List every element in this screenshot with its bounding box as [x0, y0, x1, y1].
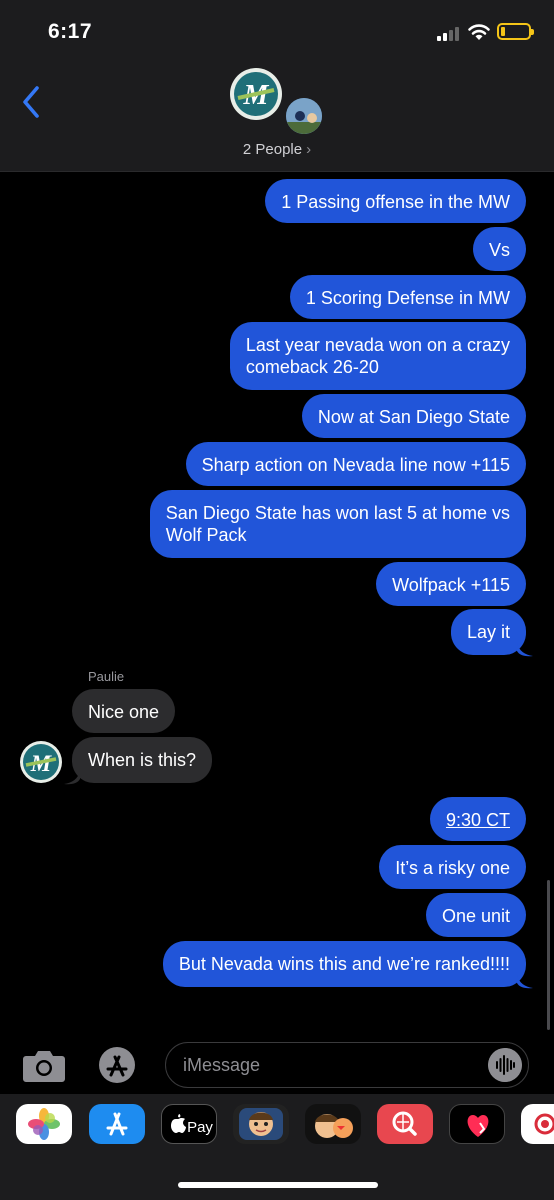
- message-bubble[interactable]: Lay it: [450, 609, 526, 655]
- message-bubble[interactable]: 9:30 CT: [429, 797, 526, 841]
- app-store-icon[interactable]: [94, 1046, 140, 1084]
- camera-icon[interactable]: [22, 1047, 66, 1083]
- message-bubble[interactable]: 1 Scoring Defense in MW: [289, 275, 526, 319]
- message-bubble[interactable]: It’s a risky one: [379, 845, 526, 889]
- people-count-label: 2 People: [242, 141, 303, 158]
- memoji-stickers-icon[interactable]: [305, 1104, 361, 1144]
- message-bubble[interactable]: When is this?: [72, 737, 213, 783]
- message-input-placeholder: iMessage: [183, 1055, 261, 1075]
- message-bubble[interactable]: San Diego State has won last 5 at home v…: [149, 490, 526, 558]
- back-chevron-icon[interactable]: [18, 84, 46, 120]
- battery-icon: [497, 23, 534, 40]
- cellular-signal-icon: [437, 27, 463, 41]
- message-input[interactable]: iMessage: [165, 1042, 529, 1088]
- sender-name: Paulie: [88, 669, 125, 684]
- message-bubble[interactable]: 1 Passing offense in the MW: [265, 179, 526, 223]
- apple-pay-label: Pay: [187, 1119, 213, 1136]
- time-link[interactable]: 9:30 CT: [446, 810, 510, 830]
- wifi-icon: [468, 24, 490, 40]
- home-indicator[interactable]: [178, 1182, 378, 1188]
- group-avatar-logo[interactable]: M: [230, 68, 282, 120]
- message-bubble[interactable]: Last year nevada won on a crazy comeback…: [229, 322, 526, 390]
- message-bubble[interactable]: One unit: [425, 893, 526, 937]
- bubble-tail: [517, 975, 533, 989]
- scrollbar[interactable]: [547, 880, 550, 1030]
- people-count-button[interactable]: 2 People ›: [0, 141, 554, 158]
- message-bubble[interactable]: But Nevada wins this and we’re ranked!!!…: [162, 941, 526, 987]
- sender-avatar[interactable]: M: [20, 741, 62, 783]
- message-bubble[interactable]: Sharp action on Nevada line now +115: [185, 442, 526, 486]
- photos-icon[interactable]: [16, 1104, 72, 1144]
- apple-pay-icon[interactable]: Pay: [161, 1104, 217, 1144]
- bubble-tail: [517, 643, 533, 657]
- memoji-icon[interactable]: [233, 1104, 289, 1144]
- app-store-icon[interactable]: [89, 1104, 145, 1144]
- digital-touch-icon[interactable]: [449, 1104, 505, 1144]
- bubble-tail: [64, 771, 80, 785]
- audio-waveform-icon[interactable]: [488, 1048, 522, 1082]
- message-bubble[interactable]: Nice one: [72, 689, 176, 733]
- message-bubble[interactable]: Wolfpack +115: [376, 562, 526, 606]
- partial-app-icon[interactable]: [521, 1104, 554, 1144]
- message-bubble[interactable]: Now at San Diego State: [301, 394, 526, 438]
- chevron-right-icon: ›: [306, 141, 312, 158]
- conversation-header: 6:17 M 2 People›: [0, 0, 554, 172]
- status-time: 6:17: [48, 20, 93, 43]
- web-search-icon[interactable]: [377, 1104, 433, 1144]
- message-bubble[interactable]: Vs: [472, 227, 526, 271]
- member-avatar-photo[interactable]: [284, 96, 324, 136]
